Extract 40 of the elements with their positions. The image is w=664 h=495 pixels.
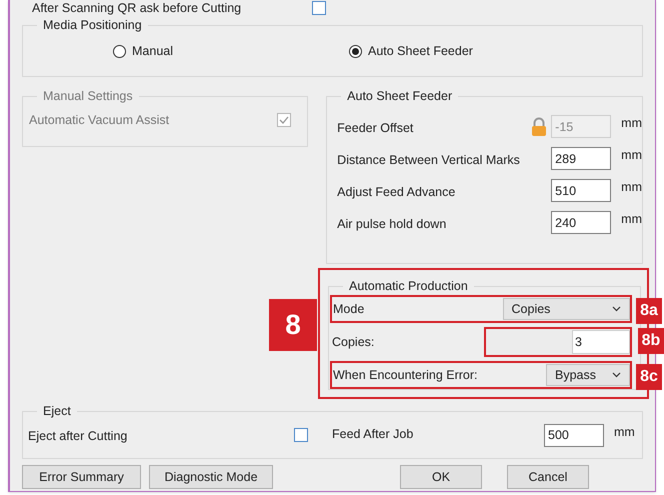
dialog-button[interactable]: Error Summary: [22, 465, 141, 489]
number-field[interactable]: 500: [544, 424, 604, 446]
field-label: Distance Between Vertical Marks: [337, 152, 521, 170]
unit-label: mm: [621, 179, 642, 196]
dropdown[interactable]: Copies: [502, 298, 630, 320]
group-title: Eject: [37, 403, 77, 419]
dialog-button[interactable]: Cancel: [507, 465, 589, 489]
option-label: Automatic Vacuum Assist: [29, 112, 170, 129]
unit-label: mm: [621, 211, 642, 228]
number-field[interactable]: 510: [551, 179, 612, 202]
number-field[interactable]: 3: [572, 330, 630, 354]
field-label: Air pulse hold down: [337, 216, 448, 234]
unit-label: mm: [621, 115, 642, 132]
callout-number: 8: [269, 299, 317, 351]
option-label: Eject after Cutting: [28, 428, 128, 445]
group-title: Manual Settings: [37, 88, 139, 104]
unit-label: mm: [621, 147, 642, 164]
callout-label: 8b: [638, 328, 664, 354]
checkbox[interactable]: [312, 1, 326, 15]
number-field[interactable]: 289: [551, 147, 612, 170]
callout-label: 8c: [636, 364, 662, 390]
dialog-button[interactable]: Diagnostic Mode: [149, 465, 273, 489]
field-label: When Encountering Error:: [333, 366, 479, 384]
field-label: Copies:: [332, 334, 376, 351]
unit-label: mm: [614, 424, 635, 441]
field-label: Feeder Offset: [337, 120, 414, 138]
group-title: Media Positioning: [37, 17, 148, 33]
dialog-button[interactable]: OK: [400, 465, 482, 489]
chevron-icon: [612, 372, 621, 378]
checkbox[interactable]: [294, 428, 308, 442]
dropdown[interactable]: Bypass: [546, 364, 630, 386]
option-label: After Scanning QR ask before Cutting: [31, 1, 242, 15]
radio-option[interactable]: Auto Sheet Feeder: [349, 42, 473, 60]
radio-option[interactable]: Manual: [113, 42, 173, 60]
chevron-icon: [612, 306, 621, 312]
number-field[interactable]: 240: [551, 211, 612, 234]
field-label: Feed After Job: [332, 426, 414, 443]
field-label: Mode: [333, 300, 366, 318]
callout-label: 8a: [636, 298, 662, 324]
field-label: Adjust Feed Advance: [337, 184, 456, 202]
